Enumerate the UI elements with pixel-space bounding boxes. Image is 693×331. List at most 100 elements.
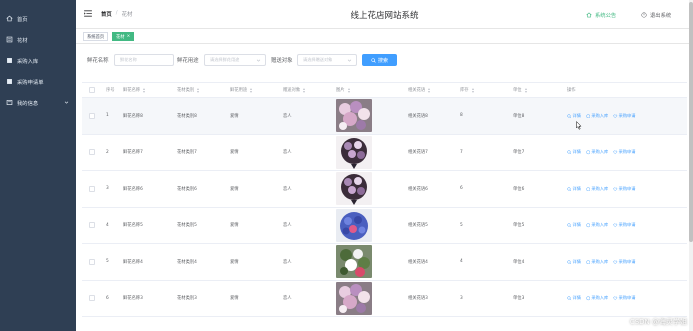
table-row[interactable]: 2 鲜花名称7 花材类别7 爱情 恋人 相关花语7 7 单位7 详情 采购入库 采购申请 (82, 135, 687, 171)
system-notice-label: 系统公告 (595, 13, 617, 19)
logout-button[interactable]: 退出系统 (641, 11, 671, 19)
column-header[interactable]: 图片 (336, 83, 350, 97)
sidebar-item-home[interactable]: 首页 (0, 8, 76, 29)
sort-icon[interactable] (524, 87, 527, 93)
checkbox[interactable] (89, 295, 95, 302)
sidebar-item-purchase-request[interactable]: 采购申请单 (0, 71, 76, 92)
row-checkbox[interactable] (89, 171, 95, 207)
row-checkbox[interactable] (89, 244, 95, 280)
apply-button[interactable]: 采购申请 (613, 222, 635, 228)
cell-photo[interactable] (336, 171, 372, 207)
cell-photo[interactable] (336, 244, 372, 280)
select-all-checkbox[interactable] (89, 83, 95, 97)
tag-system-home[interactable]: 系统首页 (83, 32, 109, 41)
cell-target: 恋人 (283, 259, 292, 265)
row-checkbox[interactable] (89, 281, 95, 317)
table-row[interactable]: 5 鲜花名称4 花材类别4 爱情 恋人 相关花语4 4 单位4 详情 采购入库 采购申请 (82, 244, 687, 281)
column-header[interactable]: 鲜花用途 (230, 83, 253, 97)
gift-target-select[interactable]: 请选择赠送对象 (297, 54, 357, 66)
detail-button[interactable]: 详情 (567, 149, 581, 155)
cell-photo[interactable] (336, 208, 372, 244)
cell-category: 花材类别4 (177, 259, 197, 265)
table-row[interactable]: 6 鲜花名称3 花材类别3 爱情 恋人 相关花语3 3 单位3 详情 采购入库 采购申请 (82, 281, 687, 317)
sidebar-item-flower[interactable]: 花材 (0, 29, 76, 50)
apply-button[interactable]: 采购申请 (613, 113, 635, 119)
flower-photo[interactable] (336, 281, 372, 315)
menu-toggle-icon[interactable] (84, 10, 92, 17)
stock-in-button[interactable]: 采购入库 (586, 295, 608, 301)
checkbox[interactable] (89, 185, 95, 192)
column-header[interactable]: 单位 (513, 83, 527, 97)
stock-in-button[interactable]: 采购入库 (586, 222, 608, 228)
sidebar-item-my-info[interactable]: 我的信息 (0, 92, 76, 113)
flower-table: 序号 鲜花名称 花材类别 鲜花用途 赠送对象 图片 相关花语 库存 单位 操作 … (82, 82, 687, 317)
flower-photo[interactable] (336, 245, 372, 279)
detail-button[interactable]: 详情 (567, 295, 581, 301)
sort-icon[interactable] (471, 87, 474, 93)
detail-button[interactable]: 详情 (567, 222, 581, 228)
cell-flower-name: 鲜花名称8 (123, 113, 143, 119)
sort-icon[interactable] (197, 87, 200, 93)
flower-use-select[interactable]: 请选择鲜花用途 (204, 54, 266, 66)
flower-photo[interactable] (336, 208, 372, 242)
checkbox[interactable] (89, 258, 95, 265)
sort-icon[interactable] (428, 87, 431, 93)
apply-button[interactable]: 采购申请 (613, 186, 635, 192)
table-row[interactable]: 4 鲜花名称5 花材类别5 爱情 恋人 相关花语5 5 单位5 详情 采购入库 采购申请 (82, 208, 687, 244)
flower-photo[interactable] (336, 135, 372, 169)
search-button[interactable]: 搜索 (362, 54, 397, 66)
search-icon (567, 223, 572, 228)
scrollbar-thumb[interactable] (689, 2, 693, 242)
column-header[interactable]: 相关花语 (408, 83, 431, 97)
row-checkbox[interactable] (89, 208, 95, 244)
sort-icon[interactable] (303, 87, 306, 93)
close-icon[interactable]: × (127, 34, 131, 39)
column-label: 库存 (460, 88, 469, 93)
column-label: 花材类别 (177, 88, 195, 93)
detail-button[interactable]: 详情 (567, 186, 581, 192)
cell-index: 5 (106, 259, 109, 265)
breadcrumb: 首页 / 花材 (101, 10, 132, 18)
apply-button[interactable]: 采购申请 (613, 295, 635, 301)
cell-photo[interactable] (336, 98, 372, 134)
sort-icon[interactable] (143, 87, 146, 93)
sidebar-item-stock-in[interactable]: 采购入库 (0, 50, 76, 71)
breadcrumb-home[interactable]: 首页 (101, 10, 112, 18)
cell-photo[interactable] (336, 135, 372, 171)
search-icon (567, 150, 572, 155)
tag-flower[interactable]: 花材 × (112, 32, 135, 41)
column-header[interactable]: 鲜花名称 (123, 83, 146, 97)
page-scrollbar[interactable] (689, 0, 693, 331)
system-notice-button[interactable]: 系统公告 (586, 11, 616, 19)
sort-icon[interactable] (347, 87, 350, 93)
cell-index: 6 (106, 295, 109, 301)
row-checkbox[interactable] (89, 98, 95, 134)
stock-in-button[interactable]: 采购入库 (586, 186, 608, 192)
sort-icon[interactable] (250, 87, 253, 93)
checkbox[interactable] (89, 222, 95, 229)
stock-in-button[interactable]: 采购入库 (586, 259, 608, 265)
apply-button[interactable]: 采购申请 (613, 149, 635, 155)
column-header[interactable]: 花材类别 (177, 83, 200, 97)
flower-photo[interactable] (336, 172, 372, 206)
info-icon (586, 259, 591, 264)
apply-button[interactable]: 采购申请 (613, 259, 635, 265)
detail-button[interactable]: 详情 (567, 259, 581, 265)
checkbox[interactable] (89, 149, 95, 156)
checkbox[interactable] (89, 112, 95, 119)
row-checkbox[interactable] (89, 135, 95, 171)
table-row[interactable]: 1 鲜花名称8 花材类别8 爱情 恋人 相关花语8 8 单位8 详情 采购入库 采购申请 (82, 98, 687, 135)
flower-photo[interactable] (336, 99, 372, 133)
flower-name-input[interactable]: 鲜花名称 (114, 54, 174, 66)
flower-use-placeholder: 请选择鲜花用途 (210, 57, 240, 62)
checkbox[interactable] (89, 87, 95, 93)
stock-in-button[interactable]: 采购入库 (586, 149, 608, 155)
cell-category: 花材类别3 (177, 296, 197, 302)
chevron-down-icon (64, 101, 69, 104)
column-header[interactable]: 库存 (460, 83, 474, 97)
stock-in-button[interactable]: 采购入库 (586, 113, 608, 119)
table-row[interactable]: 3 鲜花名称6 花材类别6 爱情 恋人 相关花语6 6 单位6 详情 采购入库 采购申请 (82, 171, 687, 208)
cell-photo[interactable] (336, 281, 372, 317)
detail-button[interactable]: 详情 (567, 113, 581, 119)
column-header[interactable]: 赠送对象 (283, 83, 306, 97)
